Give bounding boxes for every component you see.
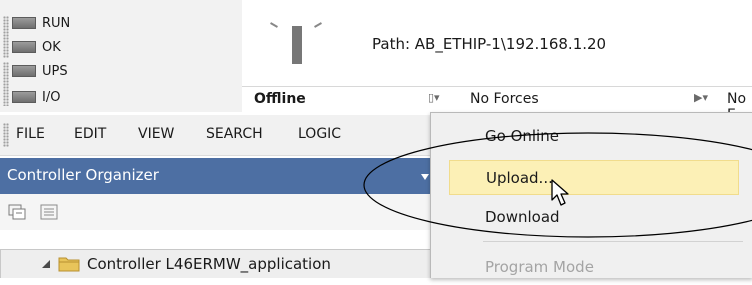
menu-item-go-online[interactable]: Go Online — [449, 119, 739, 154]
run-led-icon — [12, 17, 36, 29]
run-label: RUN — [42, 15, 71, 31]
menu-item-program-mode[interactable]: Program Mode — [449, 250, 739, 285]
status-ups: UPS — [12, 62, 68, 80]
io-led-icon — [12, 91, 36, 103]
menu-view[interactable]: VIEW — [138, 126, 174, 142]
grip-icon[interactable] — [3, 123, 9, 147]
pin-icon[interactable] — [420, 172, 430, 182]
folder-icon — [58, 257, 80, 272]
ups-label: UPS — [42, 63, 68, 79]
menu-item-upload[interactable]: Upload... — [449, 160, 739, 195]
menu-edit[interactable]: EDIT — [74, 126, 106, 142]
organizer-title: Controller Organizer — [7, 166, 159, 184]
menu-separator — [483, 241, 743, 242]
path-label: Path: AB_ETHIP-1\192.168.1.20 — [372, 35, 607, 53]
tree-view-icon[interactable] — [8, 204, 26, 220]
tree-item-label: Controller L46ERMW_application — [87, 255, 331, 273]
menu-logic[interactable]: LOGIC — [298, 126, 341, 142]
grip-icon[interactable] — [3, 16, 9, 58]
organizer-toolbar — [0, 194, 430, 230]
forces-status[interactable]: No Forces — [470, 91, 539, 107]
mouse-cursor-icon — [551, 179, 569, 206]
menu-search[interactable]: SEARCH — [206, 126, 263, 142]
ups-led-icon — [12, 65, 36, 77]
ok-label: OK — [42, 39, 61, 55]
online-status-bar: Offline ▯▾ No Forces ▶▾ No E — [242, 86, 752, 123]
status-io: I/O — [12, 88, 60, 106]
controller-status-panel: RUN OK UPS I/O — [0, 0, 242, 112]
dropdown-arrow-icon[interactable]: ▶▾ — [694, 91, 708, 104]
controller-organizer-header: Controller Organizer — [0, 158, 435, 194]
io-label: I/O — [42, 89, 61, 105]
controller-menu-dropdown: Go Online Upload... Download Program Mod… — [430, 112, 752, 278]
status-run: RUN — [12, 14, 70, 32]
keyswitch-icon — [260, 4, 332, 86]
status-ok: OK — [12, 38, 61, 56]
menu-item-download[interactable]: Download — [449, 200, 739, 235]
mode-status[interactable]: Offline — [254, 91, 306, 107]
menu-file[interactable]: FILE — [16, 126, 45, 142]
dropdown-arrow-icon[interactable]: ▯▾ — [428, 91, 440, 104]
ok-led-icon — [12, 41, 36, 53]
grip-icon[interactable] — [3, 62, 9, 106]
tree-list-icon[interactable] — [40, 204, 58, 220]
tree-item-controller[interactable]: Controller L46ERMW_application — [0, 249, 431, 278]
collapse-icon[interactable] — [41, 259, 51, 269]
